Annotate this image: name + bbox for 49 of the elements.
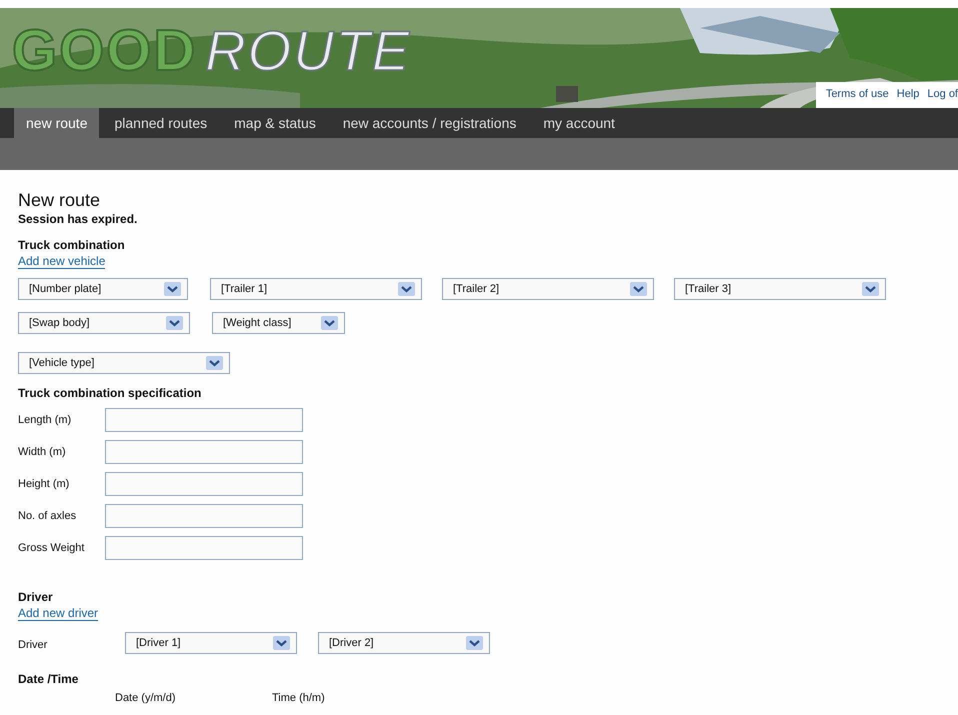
field-label: Gross Weight [18,542,86,554]
section-heading: Truck combination specification [18,386,202,400]
dropdown[interactable]: [Trailer 3] [674,278,886,300]
section-heading: Truck combination [18,238,126,252]
input-field[interactable] [105,408,303,432]
chevron-down-icon [862,282,879,296]
nav-tab[interactable]: my account [531,108,627,138]
chevron-down-icon [630,282,647,296]
input-field[interactable] [105,504,303,528]
add-driver-link[interactable]: Add new driver [18,606,98,621]
field-label: Length (m) [18,414,72,426]
column-label: Time (h/m) [272,692,325,704]
dropdown[interactable]: [Driver 2] [318,632,490,654]
nav-tab[interactable]: planned routes [102,108,220,138]
nav-tab[interactable]: map & status [222,108,328,138]
chevron-down-icon [321,316,338,330]
column-label: Date (y/m/d) [115,692,176,704]
dropdown[interactable]: [Trailer 1] [210,278,422,300]
dropdown[interactable]: [Number plate] [18,278,188,300]
chevron-down-icon [206,356,223,370]
chevron-down-icon [164,282,181,296]
nav-tab[interactable]: new route [14,108,100,138]
top-link[interactable]: Terms of use [826,88,889,100]
top-link[interactable]: Help [896,88,920,100]
page-title: New route [18,190,102,210]
field-label: No. of axles [18,510,78,522]
input-field[interactable] [105,472,303,496]
logo-text: ROUTE [205,23,412,79]
field-label: Width (m) [18,446,67,458]
dropdown[interactable]: [Swap body] [18,312,190,334]
status-message: Session has expired. [18,212,138,226]
input-field[interactable] [105,536,303,560]
field-label: Driver [18,638,48,651]
chevron-down-icon [398,282,415,296]
chevron-down-icon [166,316,183,330]
logo-text: GOOD [12,22,198,80]
field-label: Height (m) [18,478,70,490]
nav-tab[interactable]: new accounts / registrations [330,108,528,138]
add-vehicle-link[interactable]: Add new vehicle [18,254,106,269]
dropdown[interactable]: [Driver 1] [125,632,297,654]
dropdown[interactable]: [Weight class] [212,312,345,334]
dropdown[interactable]: [Vehicle type] [18,352,230,374]
section-heading: Date /Time [18,672,80,686]
top-link[interactable]: Log of [927,88,958,100]
section-heading: Driver [18,590,54,604]
input-field[interactable] [105,440,303,464]
chevron-down-icon [273,636,290,650]
dropdown[interactable]: [Trailer 2] [442,278,654,300]
chevron-down-icon [466,636,483,650]
